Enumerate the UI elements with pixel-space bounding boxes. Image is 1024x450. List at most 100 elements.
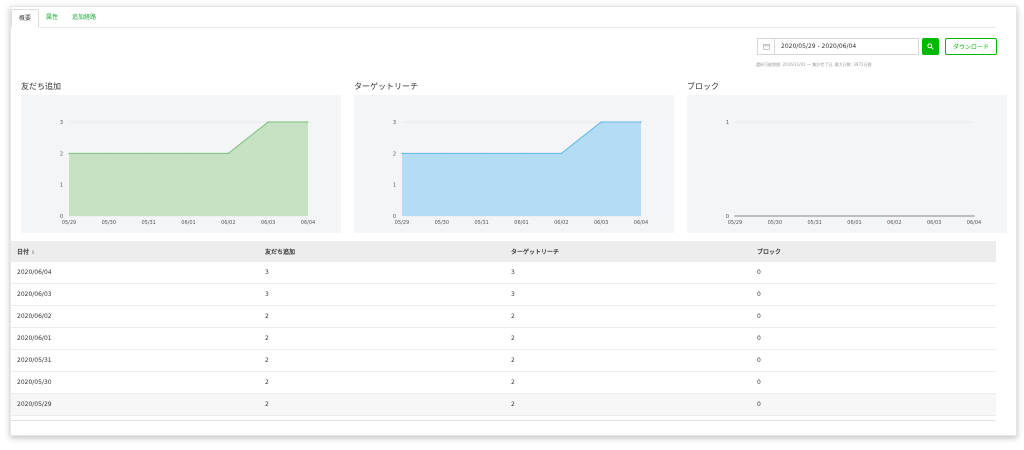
- table-cell: 3: [265, 291, 269, 298]
- x-tick-label: 06/01: [181, 220, 195, 226]
- data-point: [734, 215, 736, 217]
- data-point: [640, 121, 642, 123]
- data-point: [108, 152, 110, 154]
- table-footer-divider: [11, 420, 996, 421]
- table-cell: 2020/05/29: [17, 401, 52, 408]
- table-cell: 2020/05/30: [17, 379, 52, 386]
- search-icon: [927, 43, 934, 50]
- x-tick-label: 06/04: [301, 220, 315, 226]
- x-tick-label: 05/29: [62, 220, 76, 226]
- x-tick-label: 05/29: [728, 220, 742, 226]
- y-tick-label: 1: [60, 183, 63, 189]
- data-point: [560, 152, 562, 154]
- data-point: [68, 152, 70, 154]
- data-point: [307, 121, 309, 123]
- table-cell: 0: [757, 269, 761, 276]
- y-tick-label: 3: [393, 120, 396, 126]
- series-area: [402, 122, 641, 216]
- header-target-reach: ターゲットリーチ: [511, 249, 560, 256]
- download-button[interactable]: ダウンロード: [945, 38, 997, 55]
- tab-bar: 概要 属性 追加経路: [11, 9, 996, 28]
- period-note: 選択可能期間: 2016/11/01 〜 集計完了日, 最大日数: 3972日間: [756, 62, 872, 67]
- table-row: 2020/05/29 2 2 0: [11, 394, 996, 416]
- chart-title-friends: 友だち追加: [21, 82, 61, 91]
- x-tick-label: 05/30: [435, 220, 449, 226]
- table-cell: 2: [511, 313, 515, 320]
- y-tick-label: 3: [60, 120, 63, 126]
- calendar-icon[interactable]: [758, 39, 775, 54]
- tab-overview[interactable]: 概要: [11, 9, 40, 28]
- table-cell: 2020/06/04: [17, 269, 52, 276]
- table-row: 2020/05/30 2 2 0: [11, 372, 996, 394]
- table-cell: 3: [511, 291, 515, 298]
- data-point: [227, 152, 229, 154]
- y-tick-label: 1: [726, 120, 729, 126]
- data-point: [893, 215, 895, 217]
- table-cell: 0: [757, 401, 761, 408]
- table-cell: 2020/06/03: [17, 291, 52, 298]
- table-cell: 0: [757, 357, 761, 364]
- data-point: [520, 152, 523, 154]
- search-button[interactable]: [922, 38, 939, 55]
- x-tick-label: 06/03: [594, 220, 608, 226]
- y-tick-label: 2: [393, 151, 396, 157]
- x-tick-label: 05/29: [395, 220, 409, 226]
- table-cell: 2: [265, 335, 269, 342]
- table-cell: 2: [265, 379, 269, 386]
- series-area: [69, 122, 308, 216]
- table-cell: 2: [511, 357, 515, 364]
- chart-target-reach: 0 1 2 3 05/29 05/30 05/31 06/01 06/02 06/03 06/04: [354, 95, 674, 233]
- table-cell: 3: [511, 269, 515, 276]
- table-cell: 2020/05/31: [17, 357, 52, 364]
- table-row: 2020/06/03 3 3 0: [11, 284, 996, 306]
- table-cell: 0: [757, 379, 761, 386]
- tab-acquisition[interactable]: 追加経路: [65, 9, 103, 27]
- data-point: [187, 152, 190, 154]
- chart-target-reach-svg: 012305/29 05/30 05/31 06/01 06/02 06/03 06/04: [393, 120, 648, 226]
- date-range-field[interactable]: 2020/05/29 - 2020/06/04: [757, 38, 919, 55]
- table-row: 2020/06/02 2 2 0: [11, 306, 996, 328]
- data-point: [774, 215, 776, 217]
- chart-friends: 0 1 2 3 05/29 05/30 05/31 06/01 06/02 06/03 06/04: [21, 95, 341, 233]
- daily-table: 日付 ⇕ 友だち追加 ターゲットリーチ ブロック 2020/06/04 3 3 0 202…: [11, 241, 996, 416]
- x-tick-label: 05/30: [768, 220, 782, 226]
- header-friends: 友だち追加: [265, 249, 296, 256]
- table-cell: 0: [757, 335, 761, 342]
- table-cell: 2: [265, 313, 269, 320]
- table-cell: 2: [265, 401, 269, 408]
- data-point: [148, 152, 150, 154]
- x-tick-label: 06/02: [554, 220, 568, 226]
- data-point: [267, 121, 269, 123]
- x-tick-label: 06/03: [927, 220, 941, 226]
- x-tick-label: 06/02: [221, 220, 235, 226]
- table-cell: 2: [511, 401, 515, 408]
- x-tick-label: 06/03: [261, 220, 275, 226]
- x-tick-label: 06/02: [887, 220, 901, 226]
- data-point: [973, 215, 975, 217]
- table-row: 2020/06/04 3 3 0: [11, 262, 996, 284]
- x-tick-label: 06/01: [514, 220, 528, 226]
- data-point: [481, 152, 483, 154]
- x-tick-label: 06/04: [634, 220, 648, 226]
- chart-block: 0 1 05/29 05/30 05/31 06/01 06/02 06/03 06/04: [687, 95, 1007, 233]
- table-cell: 0: [757, 291, 761, 298]
- tab-attributes[interactable]: 属性: [39, 9, 65, 27]
- table-cell: 2: [511, 335, 515, 342]
- data-point: [853, 215, 856, 217]
- chart-block-svg: 0105/29 05/30 05/31 06/01 06/02 06/03 06/04: [726, 120, 981, 226]
- data-point: [933, 215, 935, 217]
- table-row: 2020/05/31 2 2 0: [11, 350, 996, 372]
- y-tick-label: 1: [393, 183, 396, 189]
- table-cell: 3: [265, 269, 269, 276]
- table-row: 2020/06/01 2 2 0: [11, 328, 996, 350]
- data-point: [600, 121, 602, 123]
- table-cell: 2: [511, 379, 515, 386]
- data-point: [401, 152, 403, 154]
- header-date[interactable]: 日付 ⇕: [11, 247, 265, 256]
- table-cell: 0: [757, 313, 761, 320]
- date-range-value: 2020/05/29 - 2020/06/04: [781, 43, 857, 50]
- data-point: [814, 215, 816, 217]
- sort-icon[interactable]: ⇕: [31, 250, 35, 256]
- chart-friends-svg: 012305/29 05/30 05/31 06/01 06/02 06/03 06/04: [60, 120, 315, 226]
- data-point: [441, 152, 443, 154]
